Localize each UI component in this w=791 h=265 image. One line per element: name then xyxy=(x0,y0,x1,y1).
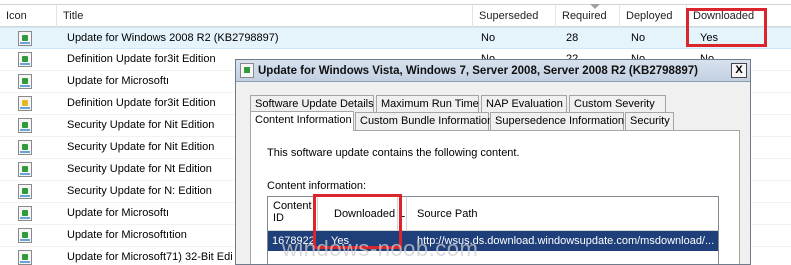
watermark-text: windows-noob.com xyxy=(282,236,479,261)
update-icon xyxy=(16,115,34,136)
update-icon xyxy=(16,159,34,180)
tab-custom-severity[interactable]: Custom Severity xyxy=(569,95,666,113)
tab-supersedence-information[interactable]: Supersedence Information xyxy=(490,112,624,130)
update-icon xyxy=(240,63,254,78)
close-button[interactable]: X xyxy=(731,63,747,78)
update-icon xyxy=(16,225,34,246)
dialog-titlebar[interactable]: Update for Windows Vista, Windows 7, Ser… xyxy=(236,60,750,82)
update-icon xyxy=(16,49,34,70)
column-header-deployed[interactable]: Deployed xyxy=(620,5,687,27)
content-information-label: Content information: xyxy=(267,180,367,192)
column-header-required[interactable]: Required xyxy=(556,5,620,27)
update-icon xyxy=(16,181,34,202)
grid-column-source-path[interactable]: Source Path xyxy=(407,197,718,231)
column-header-title[interactable]: Title xyxy=(57,5,473,27)
dialog-title: Update for Windows Vista, Windows 7, Ser… xyxy=(258,65,698,77)
tab-maximum-run-time[interactable]: Maximum Run Time xyxy=(376,95,479,113)
sort-arrow-icon xyxy=(590,4,600,9)
column-header-icon[interactable]: Icon xyxy=(0,5,57,27)
tab-security[interactable]: Security xyxy=(625,112,674,130)
row-required: 28 xyxy=(566,32,579,44)
table-row[interactable]: Update for Windows 2008 R2 (KB2798897) N… xyxy=(0,27,791,49)
row-deployed: No xyxy=(631,32,646,44)
row-superseded: No xyxy=(481,32,496,44)
update-icon xyxy=(16,71,34,92)
tab-row-2: Content Information Custom Bundle Inform… xyxy=(250,111,730,131)
intro-text: This software update contains the follow… xyxy=(267,147,520,159)
tab-content-information[interactable]: Content Information xyxy=(250,111,354,131)
tab-custom-bundle-information[interactable]: Custom Bundle Information xyxy=(355,112,493,130)
column-header-superseded[interactable]: Superseded xyxy=(473,5,556,27)
update-star-icon xyxy=(16,93,34,114)
tab-nap-evaluation[interactable]: NAP Evaluation xyxy=(481,95,567,113)
downloaded-highlight-box xyxy=(686,8,767,47)
update-icon xyxy=(16,203,34,224)
update-icon xyxy=(16,247,34,265)
list-header: Icon Title Superseded Required Deployed … xyxy=(0,4,791,27)
grid-column-content-id[interactable]: Content ID xyxy=(268,197,318,231)
row-title: Update for Windows 2008 R2 (KB2798897) xyxy=(67,32,279,44)
update-icon xyxy=(16,28,34,49)
update-icon xyxy=(16,137,34,158)
